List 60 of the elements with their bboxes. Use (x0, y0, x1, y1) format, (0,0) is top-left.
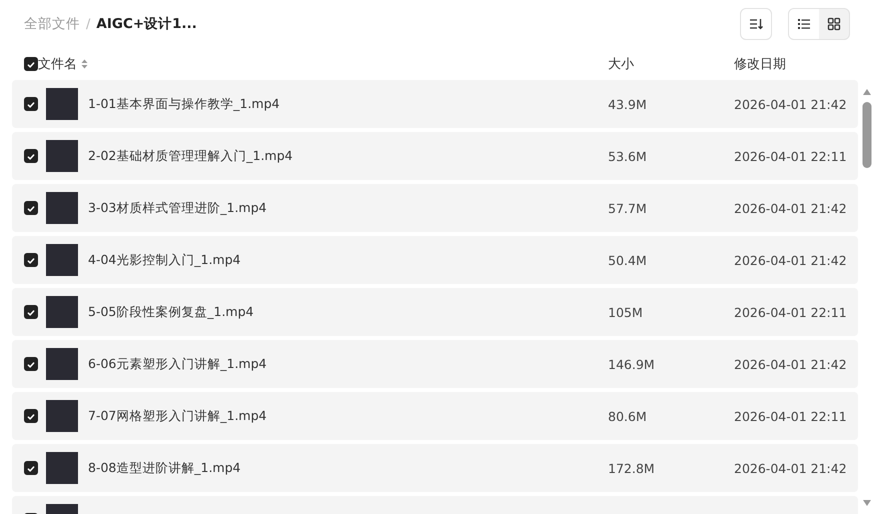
modified-date: 2026-04-01 22:11 (734, 408, 848, 424)
video-thumbnail (46, 348, 78, 380)
checkbox[interactable] (24, 305, 38, 319)
checkbox[interactable] (24, 357, 38, 371)
file-size: 57.7M (608, 200, 648, 216)
file-name: 6-06元素塑形入门讲解_1.mp4 (88, 356, 268, 372)
file-name: 8-08造型进阶讲解_1.mp4 (88, 460, 242, 476)
video-thumbnail (46, 244, 78, 276)
breadcrumb-item[interactable]: AIGC+设计1... (96, 15, 197, 33)
file-name: 2-02基础材质管理理解入门_1.mp4 (88, 148, 294, 164)
file-name: 3-03材质样式管理进阶_1.mp4 (88, 200, 268, 216)
modified-date: 2026-04-01 21:42 (734, 252, 848, 268)
checkbox[interactable] (24, 57, 38, 71)
view-toggle[interactable] (789, 9, 819, 39)
sort-icon[interactable] (81, 59, 88, 69)
video-thumbnail (46, 140, 78, 172)
checkbox[interactable] (24, 97, 38, 111)
list-view-icon (797, 17, 811, 31)
file-size: 50.4M (608, 252, 648, 268)
column-header: 修改日期 (734, 56, 786, 73)
file-name: 4-04光影控制入门_1.mp4 (88, 252, 242, 268)
column-header: 大小 (608, 56, 634, 73)
checkbox[interactable] (24, 461, 38, 475)
video-thumbnail (46, 400, 78, 432)
modified-date: 2026-04-01 21:42 (734, 356, 848, 372)
checkbox[interactable] (24, 409, 38, 423)
file-size: 146.9M (608, 356, 656, 372)
checkbox[interactable] (24, 149, 38, 163)
file-size: 53.6M (608, 148, 648, 164)
file-size: 80.6M (608, 408, 648, 424)
file-row[interactable]: 3-03材质样式管理进阶_1.mp4 57.7M 2026-04-01 21:42 (12, 184, 858, 232)
sort-button[interactable] (740, 8, 772, 40)
grid-view-icon (827, 17, 841, 31)
checkbox[interactable] (24, 201, 38, 215)
modified-date: 2026-04-01 22:11 (734, 304, 848, 320)
file-name: 5-05阶段性案例复盘_1.mp4 (88, 304, 255, 320)
file-size: 43.9M (608, 96, 648, 112)
modified-date: 2026-04-01 21:42 (734, 96, 848, 112)
file-name: 1-01基本界面与操作教学_1.mp4 (88, 96, 281, 112)
column-header[interactable]: 文件名 (38, 55, 77, 73)
file-name: 7-07网格塑形入门讲解_1.mp4 (88, 408, 268, 424)
file-row[interactable]: 5-05阶段性案例复盘_1.mp4 105M 2026-04-01 22:11 (12, 288, 858, 336)
file-row[interactable]: 7-07网格塑形入门讲解_1.mp4 80.6M 2026-04-01 22:11 (12, 392, 858, 440)
modified-date: 2026-04-01 21:42 (734, 460, 848, 476)
file-size: 105M (608, 304, 644, 320)
video-thumbnail (46, 296, 78, 328)
breadcrumb-separator: / (86, 16, 90, 32)
file-row[interactable]: 2-02基础材质管理理解入门_1.mp4 53.6M 2026-04-01 22:11 (12, 132, 858, 180)
video-thumbnail (46, 192, 78, 224)
checkbox[interactable] (24, 253, 38, 267)
file-row[interactable]: 6-06元素塑形入门讲解_1.mp4 146.9M 2026-04-01 21:42 (12, 340, 858, 388)
modified-date: 2026-04-01 21:42 (734, 200, 848, 216)
sort-order-icon (749, 18, 763, 30)
file-size: 172.8M (608, 460, 656, 476)
file-row[interactable]: 1-01基本界面与操作教学_1.mp4 43.9M 2026-04-01 21:42 (12, 80, 858, 128)
modified-date: 2026-04-01 22:11 (734, 148, 848, 164)
file-row[interactable]: 4-04光影控制入门_1.mp4 50.4M 2026-04-01 21:42 (12, 236, 858, 284)
video-thumbnail (46, 88, 78, 120)
video-thumbnail (46, 452, 78, 484)
file-row[interactable]: 8-08造型进阶讲解_1.mp4 172.8M 2026-04-01 21:42 (12, 444, 858, 492)
